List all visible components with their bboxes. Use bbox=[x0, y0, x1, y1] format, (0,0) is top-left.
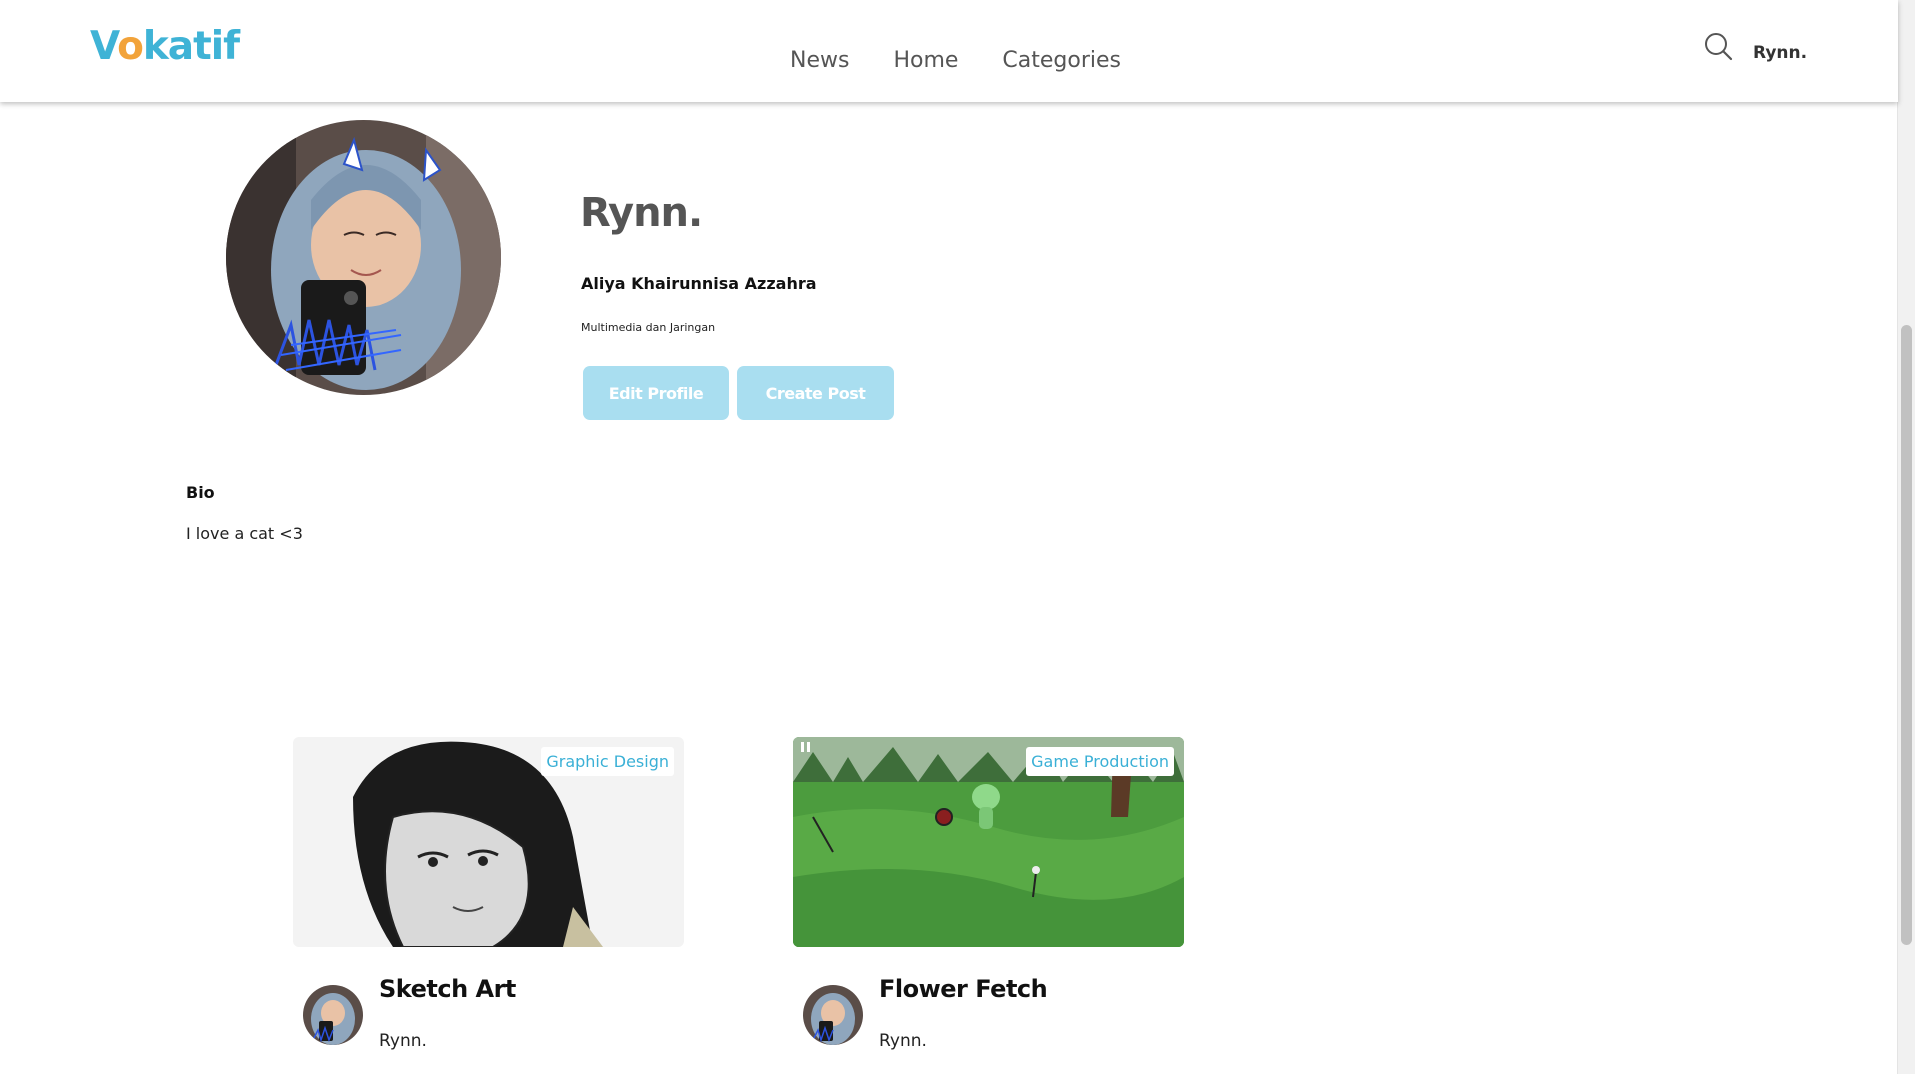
nav-categories[interactable]: Categories bbox=[1002, 48, 1121, 73]
scrollbar[interactable] bbox=[1897, 0, 1915, 1074]
profile-display-name: Rynn. bbox=[580, 190, 703, 236]
main-nav: News Home Categories bbox=[790, 48, 1121, 73]
post-card[interactable]: Game Production Flower Fetch Rynn. bbox=[793, 737, 1184, 1051]
post-thumbnail[interactable]: Game Production bbox=[793, 737, 1184, 947]
edit-profile-button[interactable]: Edit Profile bbox=[583, 366, 729, 420]
nav-news[interactable]: News bbox=[790, 48, 849, 73]
site-logo[interactable]: Vokatif bbox=[90, 24, 240, 69]
user-menu-link[interactable]: Rynn. bbox=[1753, 43, 1807, 63]
bio-label: Bio bbox=[186, 483, 215, 502]
post-thumbnail[interactable]: Graphic Design bbox=[293, 737, 684, 947]
post-title[interactable]: Flower Fetch bbox=[879, 975, 1048, 1003]
scrollbar-thumb[interactable] bbox=[1901, 325, 1912, 945]
profile-avatar bbox=[226, 120, 501, 395]
author-avatar[interactable] bbox=[803, 985, 863, 1045]
profile-full-name: Aliya Khairunnisa Azzahra bbox=[581, 274, 817, 293]
bio-text: I love a cat <3 bbox=[186, 524, 303, 543]
create-post-button[interactable]: Create Post bbox=[737, 366, 894, 420]
post-card[interactable]: Graphic Design Sketch Art Rynn. bbox=[293, 737, 684, 1051]
nav-home[interactable]: Home bbox=[893, 48, 958, 73]
author-avatar[interactable] bbox=[303, 985, 363, 1045]
search-icon[interactable] bbox=[1704, 32, 1734, 62]
post-category-tag[interactable]: Game Production bbox=[1026, 747, 1174, 776]
post-author[interactable]: Rynn. bbox=[879, 1031, 927, 1051]
post-category-tag[interactable]: Graphic Design bbox=[541, 747, 674, 776]
profile-major: Multimedia dan Jaringan bbox=[581, 321, 716, 334]
post-title[interactable]: Sketch Art bbox=[379, 975, 516, 1003]
site-header: Vokatif News Home Categories Rynn. bbox=[0, 0, 1898, 102]
post-author[interactable]: Rynn. bbox=[379, 1031, 427, 1051]
